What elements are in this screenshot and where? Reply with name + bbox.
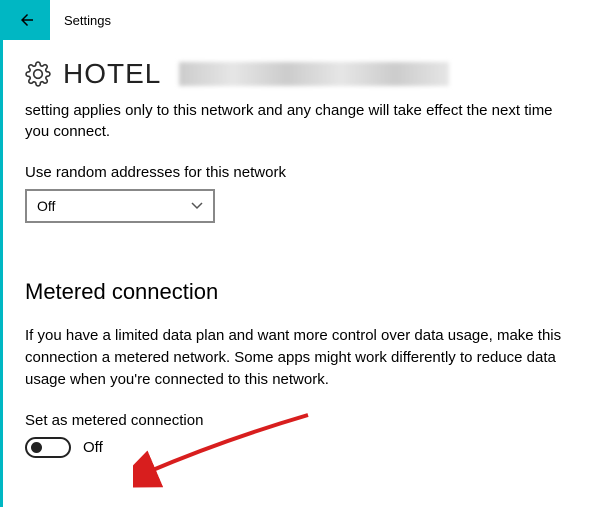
- metered-section-title: Metered connection: [25, 279, 574, 305]
- header-bar: Settings: [3, 0, 596, 40]
- metered-description: If you have a limited data plan and want…: [25, 325, 574, 390]
- back-arrow-icon: [18, 11, 36, 29]
- redacted-network-suffix: [179, 62, 449, 86]
- dropdown-value: Off: [37, 198, 55, 214]
- random-addresses-label: Use random addresses for this network: [25, 164, 574, 181]
- toggle-knob: [31, 442, 42, 453]
- network-name: HOTEL: [63, 58, 161, 90]
- metered-toggle-label: Set as metered connection: [25, 412, 574, 429]
- network-description: setting applies only to this network and…: [25, 100, 574, 142]
- network-title-row: HOTEL: [25, 58, 574, 90]
- metered-toggle[interactable]: [25, 437, 71, 458]
- metered-toggle-value: Off: [83, 439, 103, 456]
- content-area: HOTEL setting applies only to this netwo…: [3, 40, 596, 458]
- header-title: Settings: [64, 13, 111, 28]
- random-addresses-dropdown[interactable]: Off: [25, 189, 215, 223]
- metered-toggle-row: Off: [25, 437, 574, 458]
- gear-icon: [25, 61, 51, 87]
- back-button[interactable]: [3, 0, 50, 40]
- chevron-down-icon: [191, 202, 203, 210]
